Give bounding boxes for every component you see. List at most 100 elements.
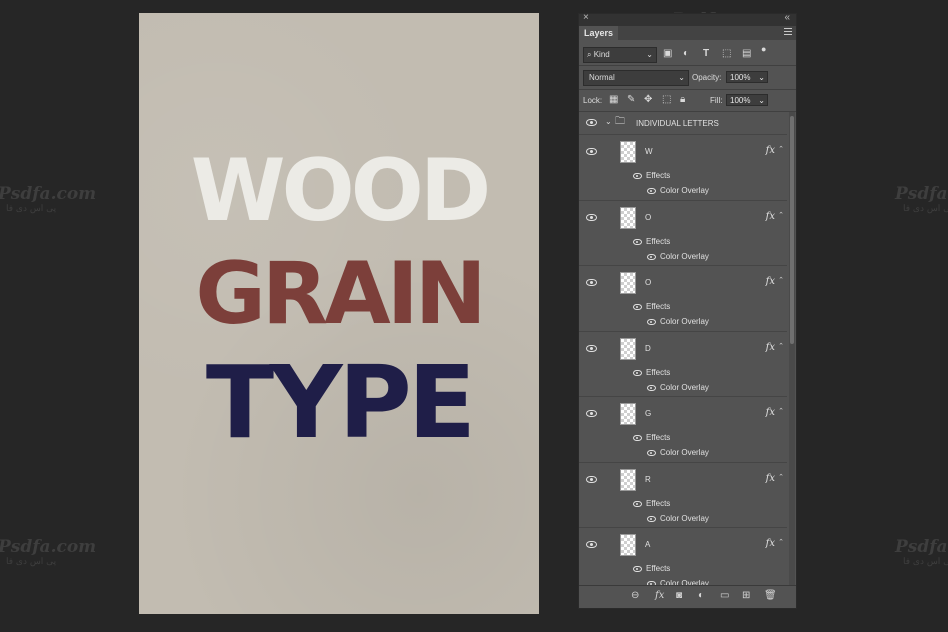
scrollbar[interactable]: [789, 112, 795, 587]
chevron-up-icon[interactable]: ⌃: [778, 407, 784, 415]
new-group-icon[interactable]: ▭: [720, 590, 729, 601]
image-icon[interactable]: ▣: [663, 48, 672, 60]
fx-icon[interactable]: fx: [766, 211, 775, 222]
layer-group[interactable]: ⌄ 🗀︎ INDIVIDUAL LETTERS: [579, 112, 787, 135]
layer-row[interactable]: Gfx ⌃ Effects Color Overlay: [579, 397, 787, 463]
layer-thumbnail: [620, 141, 636, 163]
canvas-word-type: TYPE: [205, 344, 476, 461]
chevron-up-icon[interactable]: ⌃: [778, 342, 784, 350]
effects-eye-icon[interactable]: [633, 566, 642, 572]
chevron-up-icon[interactable]: ⌃: [778, 145, 784, 153]
layer-row[interactable]: Afx ⌃ Effects Color Overlay: [579, 528, 787, 587]
effects-eye-icon[interactable]: [633, 500, 642, 507]
lock-artboard-icon[interactable]: ⬚: [662, 94, 671, 106]
lock-transparent-icon[interactable]: ▦: [609, 94, 618, 106]
panel-menu-icon[interactable]: [784, 28, 792, 37]
add-style-icon[interactable]: fx: [655, 590, 664, 601]
layers-panel: × « Layers ⌕ Kind ⌄ ▣ ◐ T ⬚ ▤ ● Normal ⌄…: [578, 12, 797, 609]
layer-row[interactable]: Dfx ⌃ Effects Color Overlay: [579, 332, 787, 397]
visibility-eye-icon[interactable]: [586, 213, 597, 221]
adjustment-icon[interactable]: ◐: [683, 48, 689, 60]
layer-name: D: [645, 343, 651, 353]
tab-layers[interactable]: Layers: [579, 26, 619, 40]
shape-icon[interactable]: ⬚: [722, 48, 731, 60]
effect-item-eye-icon[interactable]: [647, 253, 656, 260]
effects-eye-icon[interactable]: [633, 173, 642, 179]
chevron-up-icon[interactable]: ⌃: [778, 473, 784, 481]
trash-icon[interactable]: 🗑︎: [764, 590, 777, 601]
chevron-up-icon[interactable]: ⌃: [778, 276, 784, 284]
fx-icon[interactable]: fx: [766, 342, 775, 353]
fx-icon[interactable]: fx: [766, 538, 775, 549]
add-mask-icon[interactable]: ◙: [676, 590, 682, 601]
layer-thumbnail: [620, 272, 636, 294]
effect-item-eye-icon[interactable]: [647, 450, 656, 456]
layer-thumbnail: [620, 468, 636, 491]
fx-icon[interactable]: fx: [766, 407, 775, 418]
visibility-eye-icon[interactable]: [586, 410, 597, 417]
effect-item-label: Color Overlay: [660, 251, 709, 261]
chevron-down-icon: ⌄: [678, 73, 685, 82]
folder-icon: 🗀︎: [615, 116, 625, 127]
type-icon[interactable]: T: [703, 48, 709, 60]
lock-position-icon[interactable]: ✥: [644, 94, 652, 106]
effects-label: Effects: [646, 171, 671, 180]
visibility-eye-icon[interactable]: [586, 344, 597, 352]
opacity-input[interactable]: 100% ⌄: [726, 71, 768, 83]
link-layers-icon[interactable]: ⊖: [631, 590, 639, 601]
layer-thumbnail: [620, 534, 636, 556]
visibility-eye-icon[interactable]: [586, 119, 597, 126]
effects-eye-icon[interactable]: [633, 369, 642, 376]
effects-eye-icon[interactable]: [633, 435, 642, 441]
lock-paint-icon[interactable]: ✎: [627, 94, 635, 106]
layer-row[interactable]: Ofx ⌃ Effects Color Overlay: [579, 266, 787, 332]
layer-name: O: [645, 212, 652, 222]
layer-row[interactable]: Rfx ⌃ Effects Color Overlay: [579, 463, 787, 528]
opacity-label: Opacity:: [692, 73, 722, 82]
visibility-eye-icon[interactable]: [586, 148, 597, 155]
effect-item-eye-icon[interactable]: [647, 319, 656, 325]
new-layer-icon[interactable]: ⊞: [742, 590, 750, 601]
visibility-eye-icon[interactable]: [586, 475, 597, 483]
layer-row[interactable]: Wfx ⌃ Effects Color Overlay: [579, 135, 787, 201]
effect-item-label: Color Overlay: [660, 513, 709, 523]
document-canvas[interactable]: WOOD GRAIN TYPE: [139, 13, 539, 614]
group-name: INDIVIDUAL LETTERS: [636, 119, 719, 128]
close-icon[interactable]: ×: [583, 12, 589, 23]
fx-icon[interactable]: fx: [766, 473, 775, 484]
layer-thumbnail: [620, 403, 636, 425]
effect-item-eye-icon[interactable]: [647, 188, 656, 194]
effect-item-label: Color Overlay: [660, 448, 709, 457]
chevron-up-icon[interactable]: ⌃: [778, 211, 784, 219]
fill-label: Fill:: [710, 96, 723, 105]
fx-icon[interactable]: fx: [766, 145, 775, 156]
chevron-down-icon[interactable]: ⌄: [605, 116, 612, 128]
layer-name: O: [645, 278, 652, 287]
effect-item-label: Color Overlay: [660, 317, 709, 326]
layer-thumbnail: [620, 206, 636, 229]
effect-item-eye-icon[interactable]: [647, 515, 656, 522]
effects-eye-icon[interactable]: [633, 304, 642, 310]
smartobject-icon[interactable]: ▤: [742, 48, 751, 60]
effects-label: Effects: [646, 367, 671, 377]
filter-kind-select[interactable]: ⌕ Kind ⌄: [583, 47, 657, 63]
visibility-eye-icon[interactable]: [586, 541, 597, 548]
chevron-up-icon[interactable]: ⌃: [778, 538, 784, 546]
watermark: Psdfa.comپی اس دی فا: [895, 537, 948, 567]
collapse-icon[interactable]: «: [784, 12, 790, 23]
layer-thumbnail: [620, 337, 636, 360]
toggle-icon[interactable]: ●: [761, 43, 766, 55]
effect-item-label: Color Overlay: [660, 382, 709, 392]
effect-item-eye-icon[interactable]: [647, 384, 656, 391]
lock-all-icon[interactable]: 🔒︎: [680, 94, 685, 106]
layer-row[interactable]: Ofx ⌃ Effects Color Overlay: [579, 201, 787, 266]
fx-icon[interactable]: fx: [766, 276, 775, 287]
new-adjustment-icon[interactable]: ◐: [698, 590, 704, 601]
layers-list: ⌄ 🗀︎ INDIVIDUAL LETTERS Wfx ⌃ Effects Color…: [579, 112, 787, 587]
effect-item-label: Color Overlay: [660, 186, 709, 195]
visibility-eye-icon[interactable]: [586, 279, 597, 286]
fill-input[interactable]: 100% ⌄: [726, 94, 768, 106]
effects-eye-icon[interactable]: [633, 238, 642, 245]
effects-label: Effects: [646, 564, 671, 573]
blend-mode-select[interactable]: Normal ⌄: [583, 70, 689, 86]
